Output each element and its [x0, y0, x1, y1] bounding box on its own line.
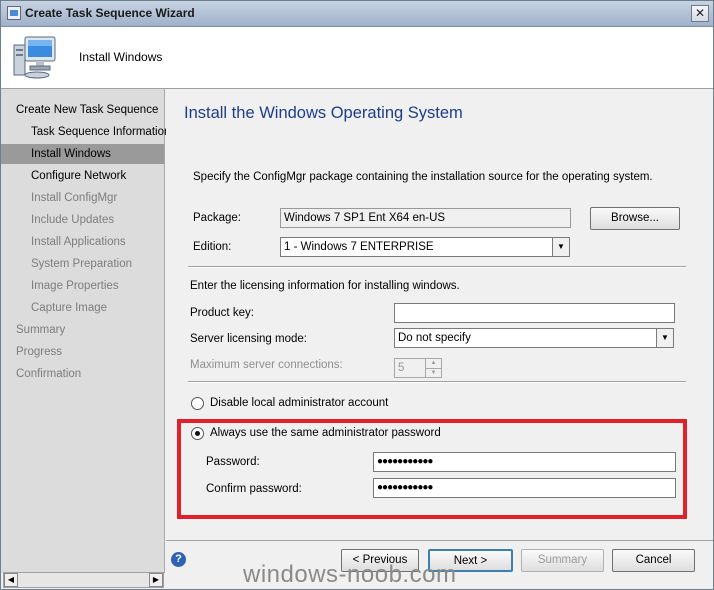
- edition-select[interactable]: 1 - Windows 7 ENTERPRISE ▼: [280, 237, 570, 257]
- server-licensing-select[interactable]: Do not specify ▼: [394, 328, 674, 348]
- server-licensing-value: Do not specify: [398, 332, 471, 344]
- product-key-label: Product key:: [190, 307, 254, 319]
- scroll-left-icon[interactable]: ◀: [4, 573, 18, 587]
- max-connections-label: Maximum server connections:: [190, 359, 343, 371]
- spin-down-icon: ▼: [425, 368, 441, 377]
- nav-horizontal-scrollbar[interactable]: ◀ ▶: [3, 572, 164, 588]
- nav-item-system-preparation: System Preparation: [31, 258, 132, 270]
- nav-item-install-applications: Install Applications: [31, 236, 126, 248]
- max-connections-stepper: 5 ▲ ▼: [394, 358, 442, 378]
- help-icon[interactable]: ?: [171, 552, 186, 567]
- scroll-right-icon[interactable]: ▶: [149, 573, 163, 587]
- nav-item-create-new-task-sequence[interactable]: Create New Task Sequence: [1, 100, 164, 120]
- nav-item-install-windows[interactable]: Install Windows: [1, 144, 164, 164]
- title-bar[interactable]: Create Task Sequence Wizard ✕: [1, 1, 713, 27]
- spin-up-icon: ▲: [425, 359, 441, 368]
- wizard-window: Create Task Sequence Wizard ✕ Install Wi…: [0, 0, 714, 590]
- package-field: Windows 7 SP1 Ent X64 en-US: [280, 208, 571, 228]
- nav-item-configure-network[interactable]: Configure Network: [1, 166, 164, 186]
- browse-button[interactable]: Browse...: [590, 207, 680, 230]
- edition-label: Edition:: [193, 241, 232, 253]
- disable-admin-radio[interactable]: [191, 397, 204, 410]
- server-licensing-label: Server licensing mode:: [190, 333, 307, 345]
- wizard-nav: Create New Task Sequence Task Sequence I…: [1, 89, 170, 573]
- nav-item-install-configmgr: Install ConfigMgr: [31, 192, 118, 204]
- product-key-input[interactable]: [394, 303, 675, 323]
- summary-button: Summary: [521, 549, 604, 572]
- divider: [188, 266, 686, 268]
- chevron-down-icon[interactable]: ▼: [552, 238, 569, 256]
- nav-item-include-updates: Include Updates: [31, 214, 115, 226]
- wizard-header: Install Windows: [1, 27, 713, 89]
- window-title: Create Task Sequence Wizard: [25, 6, 195, 20]
- nav-item-confirmation: Confirmation: [16, 368, 82, 380]
- max-connections-value: 5: [398, 362, 405, 374]
- nav-item-task-sequence-information[interactable]: Task Sequence Information: [1, 122, 170, 142]
- computer-icon: [13, 36, 56, 79]
- page-title: Install the Windows Operating System: [184, 104, 463, 122]
- wizard-app-icon: [7, 6, 21, 20]
- nav-item-progress: Progress: [16, 346, 63, 358]
- close-button[interactable]: ✕: [691, 5, 709, 22]
- intro-text: Specify the ConfigMgr package containing…: [193, 171, 653, 183]
- edition-value: 1 - Windows 7 ENTERPRISE: [284, 241, 434, 253]
- nav-item-capture-image: Capture Image: [31, 302, 108, 314]
- licensing-text: Enter the licensing information for inst…: [190, 280, 460, 292]
- header-title: Install Windows: [79, 50, 163, 64]
- nav-item-image-properties: Image Properties: [31, 280, 119, 292]
- chevron-down-icon[interactable]: ▼: [656, 329, 673, 347]
- watermark-text: windows-noob.com: [243, 561, 457, 588]
- cancel-button[interactable]: Cancel: [612, 549, 695, 572]
- highlight-box: [177, 419, 687, 519]
- disable-admin-label[interactable]: Disable local administrator account: [210, 397, 388, 409]
- package-label: Package:: [193, 212, 241, 224]
- divider: [188, 381, 686, 383]
- nav-item-summary: Summary: [16, 324, 66, 336]
